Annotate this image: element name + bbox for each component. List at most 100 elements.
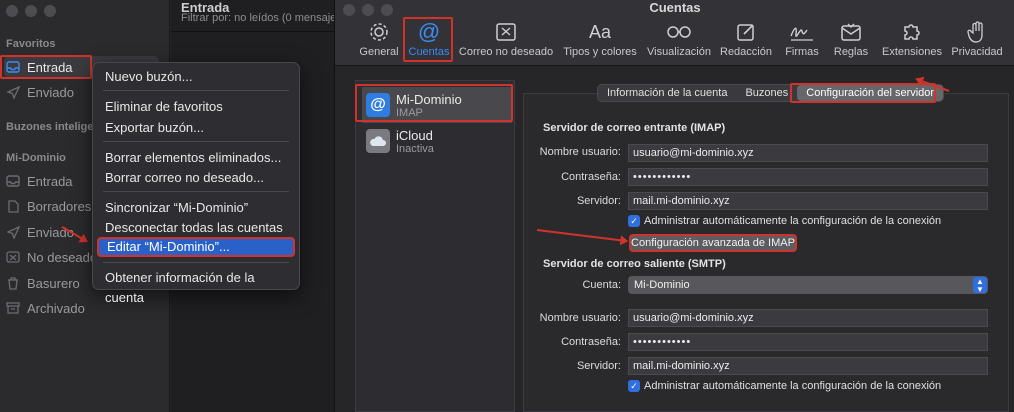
menu-item-erase-junk[interactable]: Borrar correo no deseado... bbox=[97, 168, 295, 188]
outgoing-username-label: Nombre usuario: bbox=[539, 312, 621, 324]
toolbar-junk-mail[interactable]: Correo no deseado bbox=[459, 20, 553, 64]
incoming-username-field[interactable]: usuario@mi-dominio.xyz bbox=[628, 144, 988, 162]
incoming-auto-manage-checkbox[interactable]: ✓ bbox=[628, 215, 640, 227]
incoming-username-label: Nombre usuario: bbox=[539, 146, 621, 158]
outgoing-server-label: Servidor: bbox=[576, 360, 621, 372]
puzzle-icon bbox=[901, 20, 923, 44]
toolbar-label: Visualización bbox=[646, 46, 711, 58]
paperplane-icon bbox=[6, 85, 20, 99]
sidebar-item-label: No deseado bbox=[27, 249, 98, 265]
toolbar-label: Correo no deseado bbox=[458, 46, 554, 58]
outgoing-password-label: Contraseña: bbox=[561, 336, 621, 348]
minimize-window-button[interactable] bbox=[25, 5, 37, 17]
menu-item-edit-account[interactable]: Editar “Mi-Dominio”... bbox=[97, 237, 295, 257]
junk-tray-icon bbox=[495, 20, 517, 44]
outgoing-auto-manage-checkbox[interactable]: ✓ bbox=[628, 380, 640, 392]
incoming-password-label: Contraseña: bbox=[561, 171, 621, 183]
incoming-auto-manage-label: Administrar automáticamente la configura… bbox=[644, 215, 942, 227]
toolbar-label: Firmas bbox=[785, 46, 819, 58]
incoming-server-label: Servidor: bbox=[576, 195, 621, 207]
toolbar-general[interactable]: General bbox=[357, 20, 401, 64]
incoming-password-field[interactable]: •••••••••••• bbox=[628, 168, 988, 186]
outgoing-heading: Servidor de correo saliente (SMTP) bbox=[543, 258, 726, 270]
menu-separator bbox=[103, 90, 289, 91]
compose-icon bbox=[736, 20, 756, 44]
context-menu: Nuevo buzón... Eliminar de favoritos Exp… bbox=[92, 62, 300, 305]
menu-separator bbox=[103, 191, 289, 192]
menu-item-new-mailbox[interactable]: Nuevo buzón... bbox=[97, 67, 295, 87]
sidebar-item-label: Borradores bbox=[27, 198, 92, 214]
toolbar-extensions[interactable]: Extensiones bbox=[881, 20, 943, 64]
menu-item-disconnect-all[interactable]: Desconectar todas las cuentas bbox=[97, 218, 295, 238]
toolbar-fonts-colors[interactable]: Aa Tipos y colores bbox=[561, 20, 639, 64]
rules-icon bbox=[840, 20, 862, 44]
outgoing-username-field[interactable]: usuario@mi-dominio.xyz bbox=[628, 309, 988, 327]
hand-icon bbox=[967, 20, 987, 44]
menu-item-erase-deleted[interactable]: Borrar elementos eliminados... bbox=[97, 148, 295, 168]
outgoing-auto-manage-label: Administrar automáticamente la configura… bbox=[644, 380, 942, 392]
incoming-server-field[interactable]: mail.mi-dominio.xyz bbox=[628, 192, 988, 210]
menu-item-export-mailbox[interactable]: Exportar buzón... bbox=[97, 118, 295, 138]
signature-icon bbox=[789, 20, 815, 44]
sidebar-item-label: Basurero bbox=[27, 275, 80, 291]
advanced-imap-button[interactable]: Configuración avanzada de IMAP bbox=[629, 234, 797, 252]
toolbar-label: Redacción bbox=[720, 46, 772, 58]
outgoing-server-field[interactable]: mail.mi-dominio.xyz bbox=[628, 357, 988, 375]
incoming-heading: Servidor de correo entrante (IMAP) bbox=[543, 122, 726, 134]
highlight-server-tab bbox=[790, 83, 936, 103]
menu-item-account-info[interactable]: Obtener información de la cuenta bbox=[97, 268, 295, 305]
document-icon bbox=[6, 199, 20, 213]
trash-icon bbox=[6, 276, 20, 290]
window-controls bbox=[6, 5, 56, 17]
toolbar-label: Reglas bbox=[833, 46, 869, 58]
sidebar-section-account: Mi-Dominio bbox=[6, 152, 66, 164]
preferences-toolbar: Cuentas General @ Cuentas Correo no dese… bbox=[335, 0, 1014, 66]
highlight-account-row bbox=[355, 84, 513, 122]
archive-icon bbox=[6, 301, 20, 315]
toolbar-label: General bbox=[359, 46, 399, 58]
glasses-icon bbox=[666, 20, 692, 44]
sidebar-item-label: Enviado bbox=[27, 84, 74, 100]
account-name: iCloud bbox=[396, 127, 433, 143]
toolbar-label: Extensiones bbox=[882, 46, 942, 58]
gear-icon bbox=[368, 20, 390, 44]
tab-mailboxes[interactable]: Buzones bbox=[736, 85, 797, 101]
paperplane-icon bbox=[6, 225, 20, 239]
menu-separator bbox=[103, 141, 289, 142]
toolbar-rules[interactable]: Reglas bbox=[831, 20, 871, 64]
toolbar-label: Privacidad bbox=[951, 46, 1003, 58]
junk-icon bbox=[6, 250, 20, 264]
outgoing-auto-manage-row[interactable]: ✓ Administrar automáticamente la configu… bbox=[628, 380, 941, 392]
menu-item-remove-favorite[interactable]: Eliminar de favoritos bbox=[97, 97, 295, 117]
outgoing-password-field[interactable]: •••••••••••• bbox=[628, 333, 988, 351]
close-window-button[interactable] bbox=[6, 5, 18, 17]
sidebar-item-label: Enviado bbox=[27, 224, 74, 240]
toolbar-privacy[interactable]: Privacidad bbox=[949, 20, 1005, 64]
sidebar-item-label: Archivado bbox=[27, 300, 85, 316]
zoom-window-button[interactable] bbox=[44, 5, 56, 17]
inbox-icon bbox=[6, 174, 20, 188]
accounts-preferences-window: Cuentas General @ Cuentas Correo no dese… bbox=[334, 0, 1014, 412]
divider bbox=[171, 31, 340, 32]
highlight-inbox bbox=[0, 55, 92, 79]
chevron-updown-icon: ▲ ▼ bbox=[973, 277, 987, 294]
tab-account-info[interactable]: Información de la cuenta bbox=[598, 85, 736, 101]
toolbar-label: Tipos y colores bbox=[563, 46, 637, 58]
incoming-auto-manage-row[interactable]: ✓ Administrar automáticamente la configu… bbox=[628, 215, 941, 227]
sidebar-section-favorites: Favoritos bbox=[6, 38, 56, 50]
window-title: Cuentas bbox=[649, 0, 701, 15]
account-status: Inactiva bbox=[396, 142, 434, 155]
cloud-icon bbox=[366, 129, 390, 153]
toolbar-signatures[interactable]: Firmas bbox=[781, 20, 823, 64]
menu-item-synchronize[interactable]: Sincronizar “Mi-Dominio” bbox=[97, 198, 295, 218]
account-list: @ Mi-Dominio IMAP iCloud Inactiva bbox=[355, 80, 515, 412]
account-row-icloud[interactable]: iCloud Inactiva bbox=[362, 123, 512, 159]
outgoing-account-value: Mi-Dominio bbox=[634, 279, 690, 291]
sidebar-item-label: Entrada bbox=[27, 173, 73, 189]
toolbar-viewing[interactable]: Visualización bbox=[645, 20, 713, 64]
outgoing-account-select[interactable]: Mi-Dominio ▲ ▼ bbox=[628, 276, 988, 294]
highlight-accounts-tab bbox=[403, 17, 453, 62]
toolbar-composing[interactable]: Redacción bbox=[719, 20, 773, 64]
menu-separator bbox=[103, 262, 289, 263]
message-list-filter[interactable]: Filtrar por: no leídos (0 mensajes) bbox=[181, 12, 345, 24]
